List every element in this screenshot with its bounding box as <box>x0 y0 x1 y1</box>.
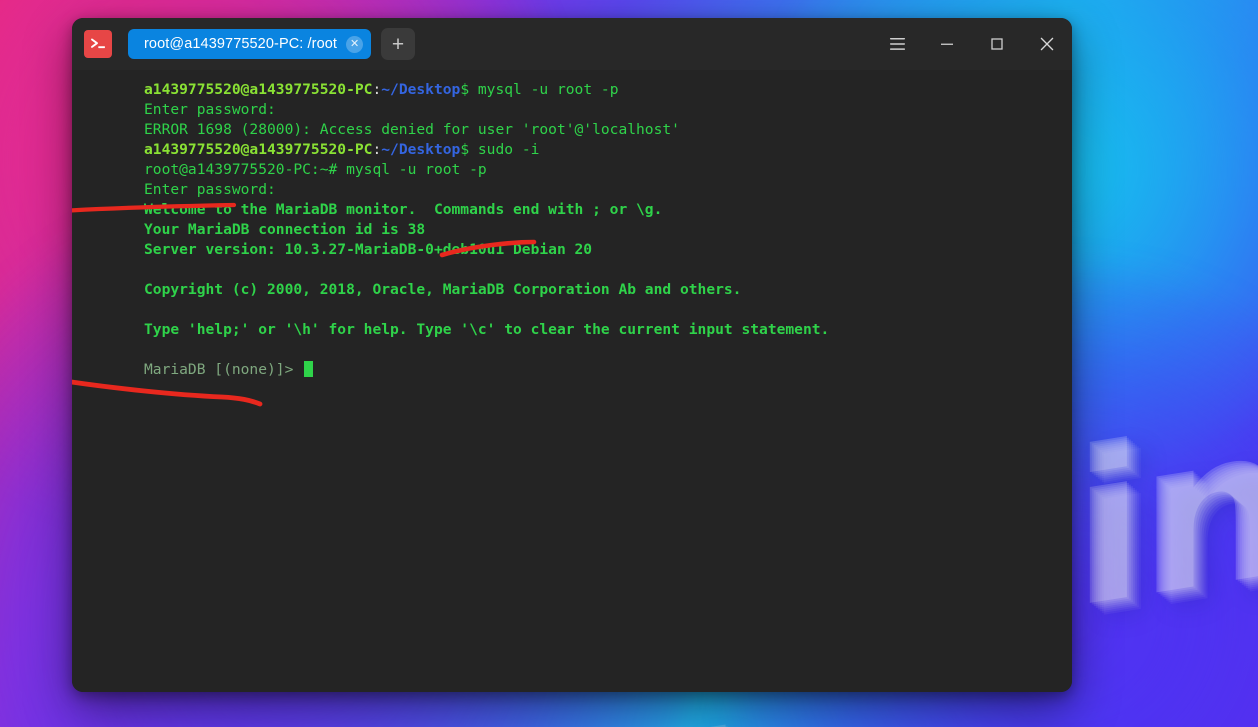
tab-title: root@a1439775520-PC: /root <box>144 36 338 52</box>
terminal-text-segment: MariaDB [(none)]> <box>144 361 303 378</box>
terminal-line: Enter password: <box>144 100 1072 120</box>
terminal-text-segment: Server version: 10.3.27-MariaDB-0+deb10u… <box>144 241 593 258</box>
terminal-line: ERROR 1698 (28000): Access denied for us… <box>144 120 1072 140</box>
desktop-wallpaper: in u root@a1439775520-PC: /root ✕ + <box>0 0 1258 727</box>
terminal-text-segment: root@a1439775520-PC:~# mysql -u root -p <box>144 161 487 178</box>
plus-icon: + <box>391 32 405 56</box>
terminal-text-segment: ~/Desktop <box>381 81 461 98</box>
terminal-text-segment: a1439775520@a1439775520-PC <box>144 141 373 158</box>
terminal-text-segment: $ mysql -u root -p <box>460 81 619 98</box>
wallpaper-letterform-main: in <box>1072 375 1258 656</box>
terminal-text: a1439775520@a1439775520-PC:~/Desktop$ my… <box>72 80 1072 380</box>
terminal-line <box>144 340 1072 360</box>
terminal-line: root@a1439775520-PC:~# mysql -u root -p <box>144 160 1072 180</box>
terminal-text-segment: Enter password: <box>144 181 276 198</box>
new-tab-button[interactable]: + <box>381 28 416 60</box>
close-icon[interactable] <box>1022 18 1072 70</box>
terminal-line: a1439775520@a1439775520-PC:~/Desktop$ su… <box>144 140 1072 160</box>
terminal-cursor <box>304 361 314 377</box>
terminal-line: Server version: 10.3.27-MariaDB-0+deb10u… <box>144 240 1072 260</box>
terminal-text-segment: : <box>372 81 382 98</box>
terminal-text-segment: Type 'help;' or '\h' for help. Type '\c'… <box>144 321 830 338</box>
terminal-icon <box>84 30 112 58</box>
terminal-line: Your MariaDB connection id is 38 <box>144 220 1072 240</box>
tab-strip: root@a1439775520-PC: /root ✕ + <box>128 28 872 60</box>
terminal-line: Copyright (c) 2000, 2018, Oracle, MariaD… <box>144 280 1072 300</box>
window-controls <box>872 18 1072 70</box>
maximize-icon[interactable] <box>972 18 1022 70</box>
terminal-text-segment: Copyright (c) 2000, 2018, Oracle, MariaD… <box>144 281 742 298</box>
terminal-text-segment: : <box>372 141 382 158</box>
terminal-text-segment: Welcome to the MariaDB monitor. Commands… <box>144 201 663 218</box>
titlebar: root@a1439775520-PC: /root ✕ + <box>72 18 1072 70</box>
hamburger-menu-icon[interactable] <box>872 18 922 70</box>
terminal-text-segment: $ sudo -i <box>460 141 540 158</box>
terminal-text-segment: Your MariaDB connection id is 38 <box>144 221 426 238</box>
terminal-text-segment: ~/Desktop <box>381 141 461 158</box>
terminal-text-segment: Enter password: <box>144 101 276 118</box>
terminal-line <box>144 260 1072 280</box>
terminal-text-segment: ERROR 1698 (28000): Access denied for us… <box>144 121 680 138</box>
terminal-line: MariaDB [(none)]> <box>144 360 1072 380</box>
tab-close-icon[interactable]: ✕ <box>346 35 364 53</box>
terminal-line: Welcome to the MariaDB monitor. Commands… <box>144 200 1072 220</box>
terminal-line: Enter password: <box>144 180 1072 200</box>
minimize-icon[interactable] <box>922 18 972 70</box>
underline-mariadb-prompt <box>72 379 263 407</box>
terminal-line: Type 'help;' or '\h' for help. Type '\c'… <box>144 320 1072 340</box>
terminal-window: root@a1439775520-PC: /root ✕ + a14397755… <box>72 18 1072 692</box>
terminal-line <box>144 300 1072 320</box>
terminal-output-area[interactable]: a1439775520@a1439775520-PC:~/Desktop$ my… <box>72 70 1072 692</box>
tab-root-session[interactable]: root@a1439775520-PC: /root ✕ <box>128 29 372 59</box>
terminal-line: a1439775520@a1439775520-PC:~/Desktop$ my… <box>144 80 1072 100</box>
terminal-text-segment: a1439775520@a1439775520-PC <box>144 81 373 98</box>
